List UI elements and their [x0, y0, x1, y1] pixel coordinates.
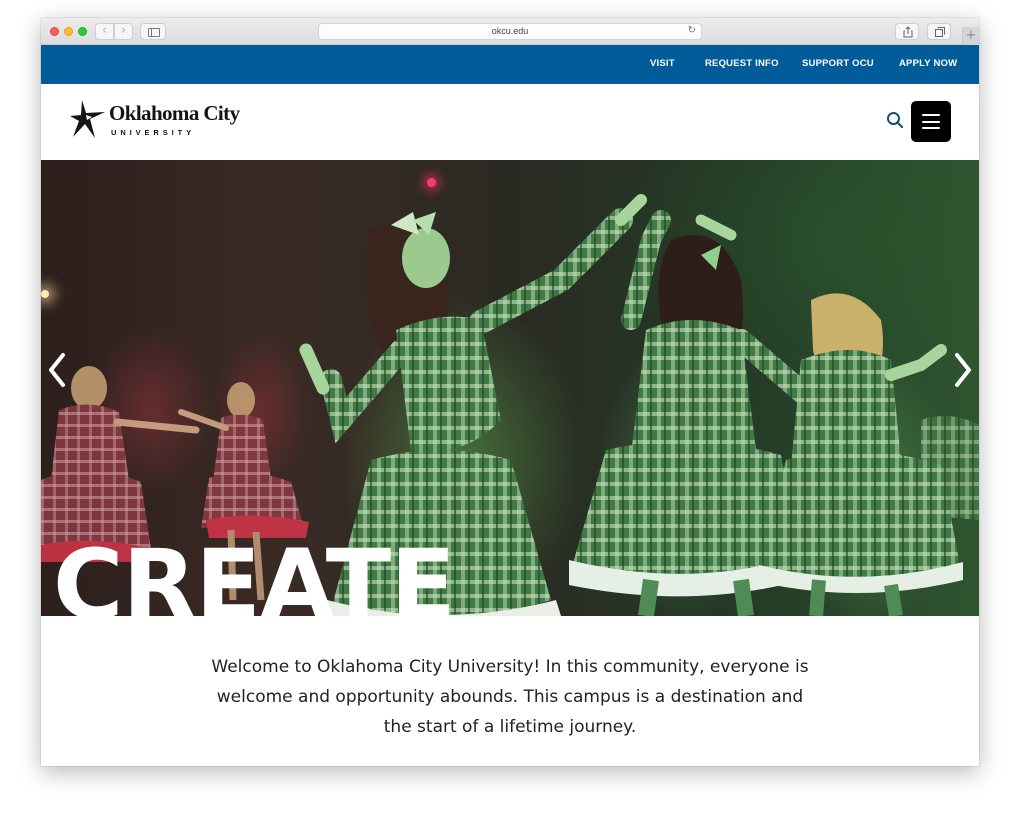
logo-name: Oklahoma City	[109, 101, 240, 125]
logo-subtitle: UNIVERSITY	[111, 128, 196, 137]
menu-button[interactable]	[911, 101, 951, 142]
search-button[interactable]	[886, 111, 904, 129]
sidebar-toggle-button[interactable]	[140, 23, 166, 40]
utility-link-apply-now[interactable]: APPLY NOW	[899, 58, 957, 69]
hero-headline: CREATE	[53, 529, 456, 616]
site-header: Oklahoma City UNIVERSITY	[41, 84, 979, 160]
utility-link-support-ocu[interactable]: SUPPORT OCU	[802, 58, 874, 69]
hero-carousel: CREATE	[41, 160, 979, 616]
address-bar[interactable]: okcu.edu ↻	[318, 23, 702, 40]
share-button[interactable]	[895, 23, 919, 40]
carousel-prev-button[interactable]	[45, 350, 69, 390]
intro-paragraph: Welcome to Oklahoma City University! In …	[211, 657, 809, 737]
tabs-icon	[935, 27, 945, 37]
carousel-next-button[interactable]	[951, 350, 975, 390]
reload-icon[interactable]: ↻	[688, 25, 696, 36]
close-window-button[interactable]	[50, 27, 59, 36]
utility-link-visit[interactable]: VISIT	[650, 58, 675, 69]
chevron-right-icon	[955, 353, 971, 387]
minimize-window-button[interactable]	[64, 27, 73, 36]
zoom-window-button[interactable]	[78, 27, 87, 36]
chevron-right-icon: ›	[120, 23, 127, 38]
chevron-left-icon	[49, 353, 65, 387]
utility-nav: VISIT REQUEST INFO SUPPORT OCU APPLY NOW	[41, 45, 979, 84]
search-icon	[887, 112, 904, 129]
url-text: okcu.edu	[491, 26, 529, 36]
intro-section: Welcome to Oklahoma City University! In …	[41, 616, 979, 766]
utility-link-request-info[interactable]: REQUEST INFO	[705, 58, 779, 69]
browser-toolbar: ‹ › okcu.edu ↻ +	[41, 18, 979, 45]
chevron-left-icon: ‹	[101, 23, 108, 38]
star-logo-icon	[70, 100, 105, 138]
new-tab-button[interactable]: +	[962, 27, 979, 45]
browser-window: ‹ › okcu.edu ↻ + VISIT REQUEST INFO SUPP…	[41, 18, 979, 766]
show-tabs-button[interactable]	[927, 23, 951, 40]
forward-button[interactable]: ›	[114, 23, 133, 40]
back-button[interactable]: ‹	[95, 23, 114, 40]
plus-icon: +	[965, 28, 977, 43]
share-icon	[903, 26, 913, 38]
